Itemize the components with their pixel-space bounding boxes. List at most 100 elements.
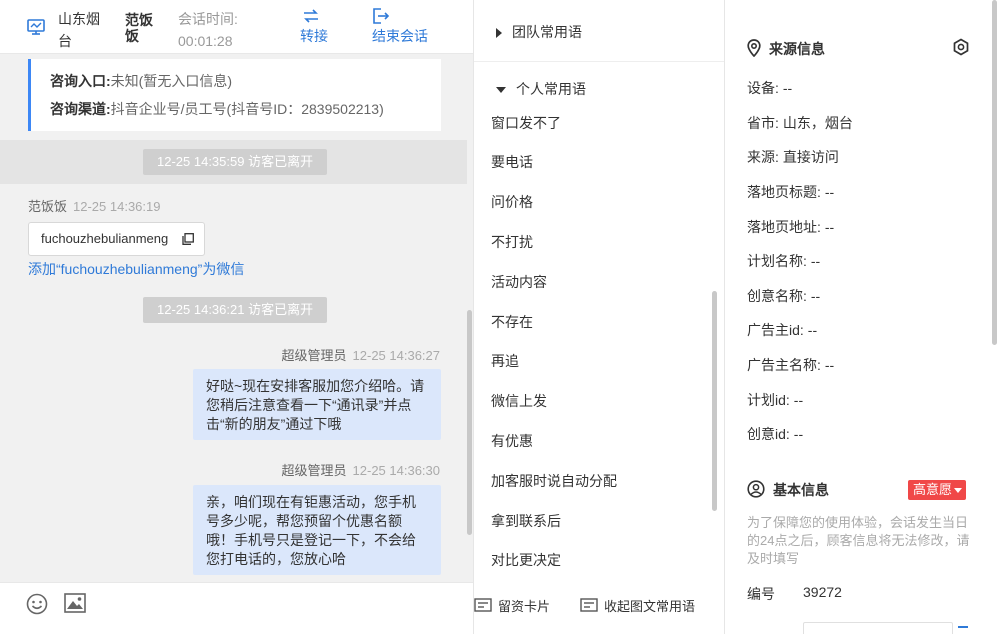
transfer-button[interactable]: 转接 [300,8,340,50]
lead-card-button[interactable]: 留资卡片 [474,597,550,617]
session-time-label: 会话时间: [178,11,238,27]
info-row-advertiser-name: 广告主名称: -- [747,355,834,375]
source-info-title: 来源信息 [747,39,825,59]
settings-icon[interactable] [952,38,970,56]
chevron-right-icon [496,28,502,39]
basic-info-note: 为了保障您的使用体验，会话发生当日的24点之后，顾客信息将无法修改，请及时填写 [747,515,970,566]
phrase-item[interactable]: 拿到联系后 [491,511,561,531]
basic-info-title: 基本信息 [747,480,829,500]
phrase-item[interactable]: 不存在 [491,312,533,332]
phrase-item[interactable]: 有优惠 [491,431,533,451]
info-key: 创意名称: [747,288,807,304]
transfer-label: 转接 [300,28,328,44]
end-session-label: 结束会话 [372,28,428,44]
info-row-advertiser-id: 广告主id: -- [747,320,817,340]
image-icon[interactable] [64,593,86,613]
info-row-creative-id: 创意id: -- [747,424,803,444]
info-key: 计划名称: [747,253,807,269]
phrase-item[interactable]: 加客服时说自动分配 [491,471,617,491]
info-row-region: 省市: 山东，烟台 [747,113,853,133]
collapse-phrases-button[interactable]: 收起图文常用语 [580,597,695,617]
info-key: 计划id: [747,392,790,408]
basic-info-label: 基本信息 [773,482,829,498]
phrase-item[interactable]: 问价格 [491,192,533,212]
info-value: -- [807,322,818,338]
phrase-item[interactable]: 再追 [491,351,519,371]
info-value: -- [824,184,835,200]
team-phrases-label: 团队常用语 [512,24,582,40]
phrase-scrollbar[interactable] [712,291,717,511]
system-message: 12-25 14:35:59 访客已离开 [143,149,328,175]
chat-panel: 山东烟台 范饭饭 会话时间: 00:01:28 转接 结束会话 咨询入口:未知(… [0,0,474,634]
info-value: -- [810,288,821,304]
divider [474,61,724,62]
agent-message-bubble: 亲，咱们现在有钜惠活动，您手机号多少呢，帮您预留个优惠名额哦！手机号只是登记一下… [193,485,441,575]
personal-phrases-group[interactable]: 个人常用语 [496,79,586,99]
phrase-item[interactable]: 对比更决定 [491,550,561,570]
consult-channel-key: 咨询渠道: [50,101,111,117]
message-time: 12-25 14:36:27 [352,348,440,363]
info-panel: 来源信息 设备: -- 省市: 山东，烟台 来源: 直接访问 落地页标题: -- 落地页… [726,0,999,634]
visitor-message-meta: 范饭饭 12-25 14:36:19 [28,196,160,215]
end-session-button[interactable]: 结束会话 [372,8,438,50]
user-circle-icon [747,480,765,498]
consult-entry-key: 咨询入口: [50,73,111,89]
info-row-landing-title: 落地页标题: -- [747,182,834,202]
phrase-item[interactable]: 微信上发 [491,391,547,411]
info-row-source: 来源: 直接访问 [747,147,839,167]
field-edit-icon[interactable] [958,626,968,634]
visitor-name: 山东烟台 [58,11,100,49]
add-wechat-link[interactable]: 添加“fuchouzhebulianmeng”为微信 [28,259,244,279]
info-key: 来源: [747,149,779,165]
phrase-footer: 留资卡片 收起图文常用语 [474,582,724,634]
info-row-plan-name: 计划名称: -- [747,251,820,271]
intent-level-value: 高意愿 [913,482,953,497]
info-key: 广告主名称: [747,357,821,373]
info-value: -- [810,253,821,269]
session-time-value: 00:01:28 [178,33,233,49]
info-scrollbar[interactable] [992,0,997,345]
phrase-item[interactable]: 窗口发不了 [491,113,561,133]
phrase-item[interactable]: 要电话 [491,152,533,172]
sender-name: 范饭饭 [28,199,68,214]
info-key: 设备: [747,80,779,96]
caret-down-icon [954,488,963,493]
message-time: 12-25 14:36:19 [73,199,161,214]
agent-message-meta: 超级管理员 12-25 14:36:27 [282,345,440,364]
personal-phrases-label: 个人常用语 [516,81,586,97]
emoji-icon[interactable] [26,593,48,615]
wechat-id-text: fuchouzhebulianmeng [41,231,169,246]
chat-toolbar [0,582,473,634]
consult-channel-value: 抖音企业号/员工号(抖音号ID：2839502213) [110,101,384,117]
collapse-icon [580,598,598,612]
message-time: 12-25 14:36:30 [352,463,440,478]
agent-name: 范饭饭 [125,12,153,44]
location-icon [747,39,761,58]
info-value: -- [793,426,804,442]
system-message-band: 12-25 14:35:59 访客已离开 [0,140,467,184]
agent-message-meta: 超级管理员 12-25 14:36:30 [282,460,440,479]
info-value: -- [824,357,835,373]
info-value: -- [824,219,835,235]
basic-info-field[interactable] [803,622,953,634]
chat-scrollbar[interactable] [467,310,472,535]
wechat-id-chip[interactable]: fuchouzhebulianmeng [28,222,205,256]
info-key: 落地页地址: [747,219,821,235]
transfer-icon [304,9,318,23]
consult-entry-row: 咨询入口:未知(暂无入口信息) [50,71,232,91]
info-key: 省市: [747,115,779,131]
consult-entry-value: 未知(暂无入口信息) [110,73,232,89]
phrase-panel: 团队常用语 个人常用语 窗口发不了 要电话 问价格 不打扰 活动内容 不存在 再… [474,0,725,634]
lead-card-label: 留资卡片 [498,599,551,614]
team-phrases-group[interactable]: 团队常用语 [496,22,582,42]
intent-level-select[interactable]: 高意愿 [908,480,967,500]
card-icon [474,598,492,612]
copy-icon[interactable] [182,233,194,245]
phrase-item[interactable]: 不打扰 [491,232,533,252]
info-row-plan-id: 计划id: -- [747,390,803,410]
info-row-creative-name: 创意名称: -- [747,286,820,306]
phrase-item[interactable]: 活动内容 [491,272,547,292]
info-value: 直接访问 [782,149,839,165]
record-id-value: 39272 [803,584,842,600]
chat-header: 山东烟台 范饭饭 会话时间: 00:01:28 转接 结束会话 [0,0,473,54]
